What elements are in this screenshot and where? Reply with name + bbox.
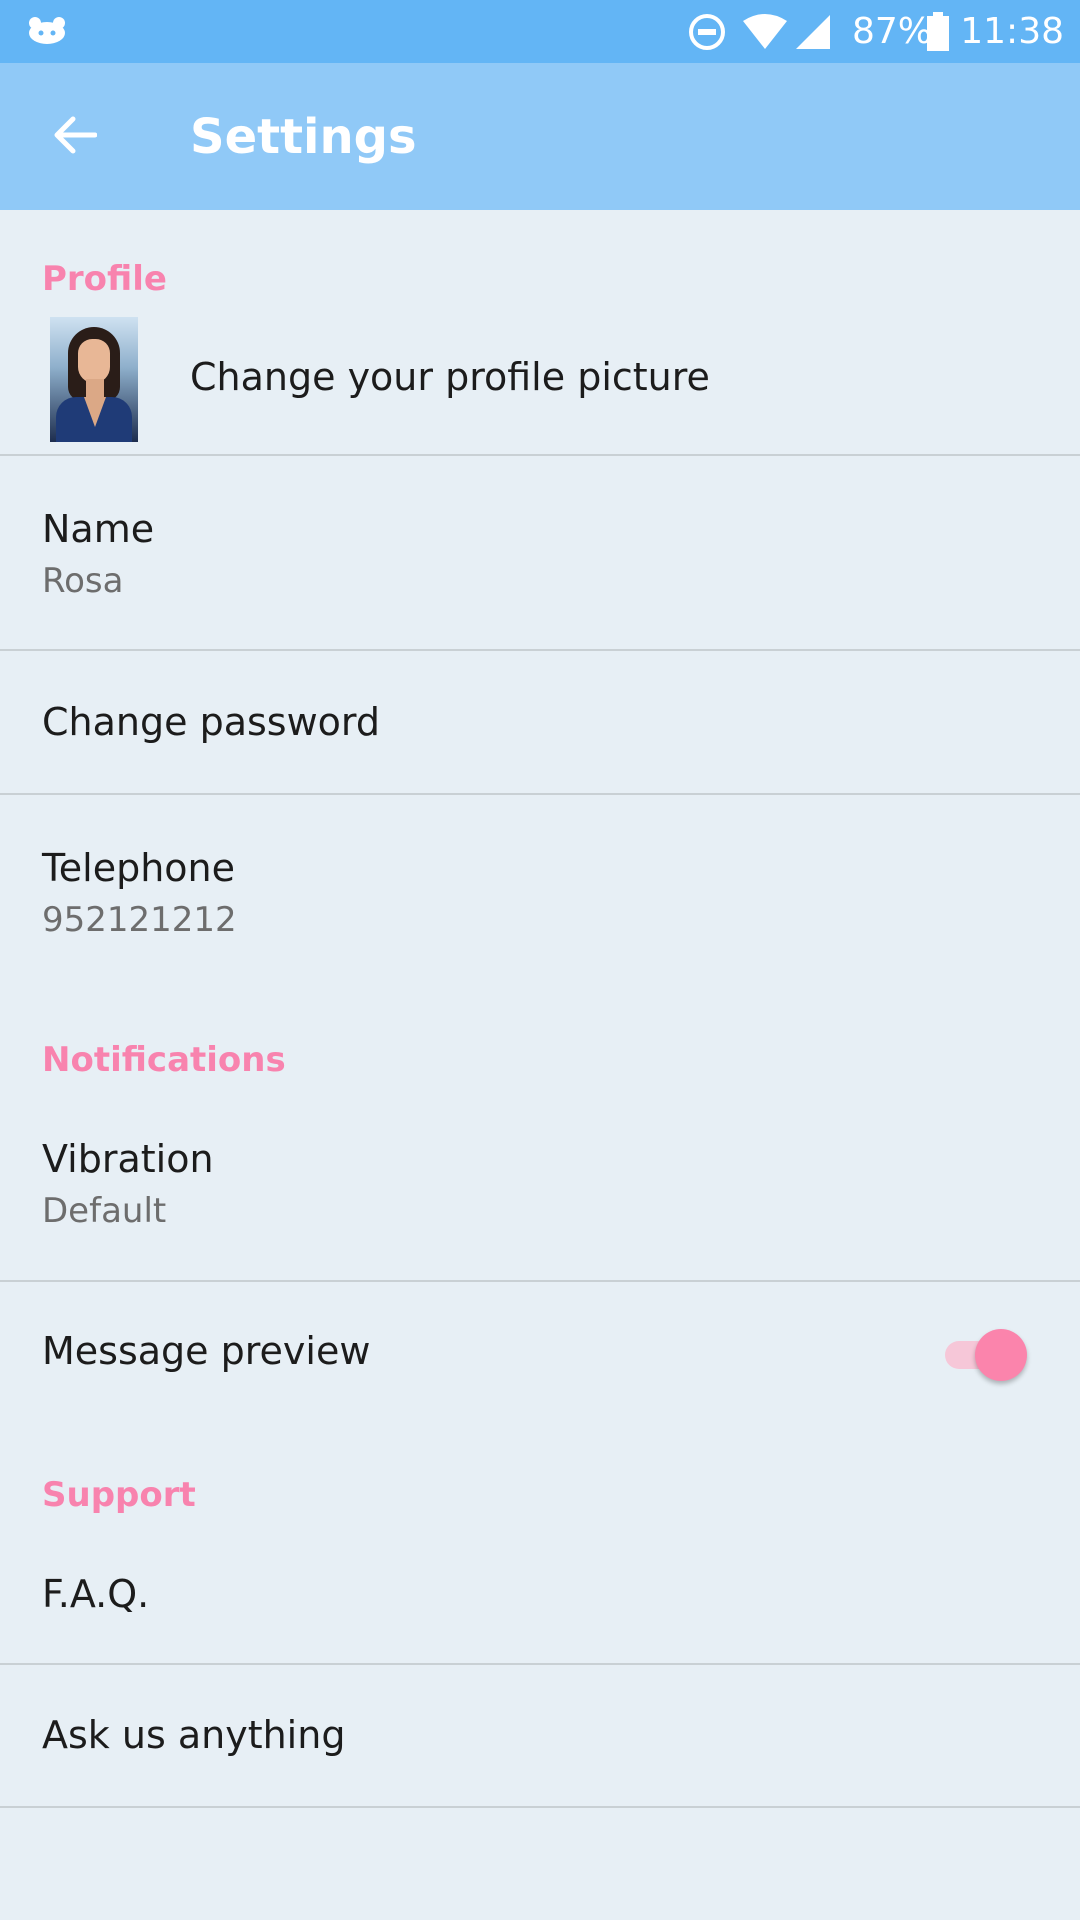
cell-signal-icon [794,13,832,55]
faq-row[interactable]: F.A.Q. [0,1525,1080,1663]
page-title: Settings [190,109,417,165]
arrow-back-icon [51,115,98,159]
section-header-notifications: Notifications [42,1040,286,1080]
vibration-label: Vibration [42,1137,214,1181]
name-row[interactable]: Name Rosa [0,456,1080,649]
change-password-row[interactable]: Change password [0,651,1080,793]
name-value: Rosa [42,561,124,601]
vibration-value: Default [42,1191,167,1231]
change-profile-picture-label: Change your profile picture [190,355,710,399]
message-preview-label: Message preview [42,1329,371,1373]
telephone-row[interactable]: Telephone 952121212 [0,795,1080,985]
telephone-value: 952121212 [42,900,237,940]
app-notification-icon [26,16,68,50]
telephone-label: Telephone [42,846,235,890]
avatar [50,317,138,442]
toggle-thumb [975,1329,1027,1381]
wifi-icon [742,13,788,55]
clock: 11:38 [960,11,1064,52]
change-password-label: Change password [42,700,380,744]
app-bar: Settings [0,63,1080,210]
ask-us-anything-label: Ask us anything [42,1713,346,1757]
message-preview-row[interactable]: Message preview [0,1282,1080,1430]
divider [0,1806,1080,1808]
name-label: Name [42,507,155,551]
do-not-disturb-icon [688,13,726,55]
status-bar: 87% 11:38 [0,0,1080,63]
change-profile-picture-row[interactable]: Change your profile picture [0,310,1080,454]
faq-label: F.A.Q. [42,1572,150,1616]
section-header-profile: Profile [42,259,167,299]
section-header-support: Support [42,1475,196,1515]
message-preview-toggle[interactable] [945,1325,1029,1385]
battery-percent: 87% [852,11,933,52]
battery-icon [926,12,950,56]
ask-us-anything-row[interactable]: Ask us anything [0,1665,1080,1806]
back-button[interactable] [44,107,104,167]
vibration-row[interactable]: Vibration Default [0,1090,1080,1280]
